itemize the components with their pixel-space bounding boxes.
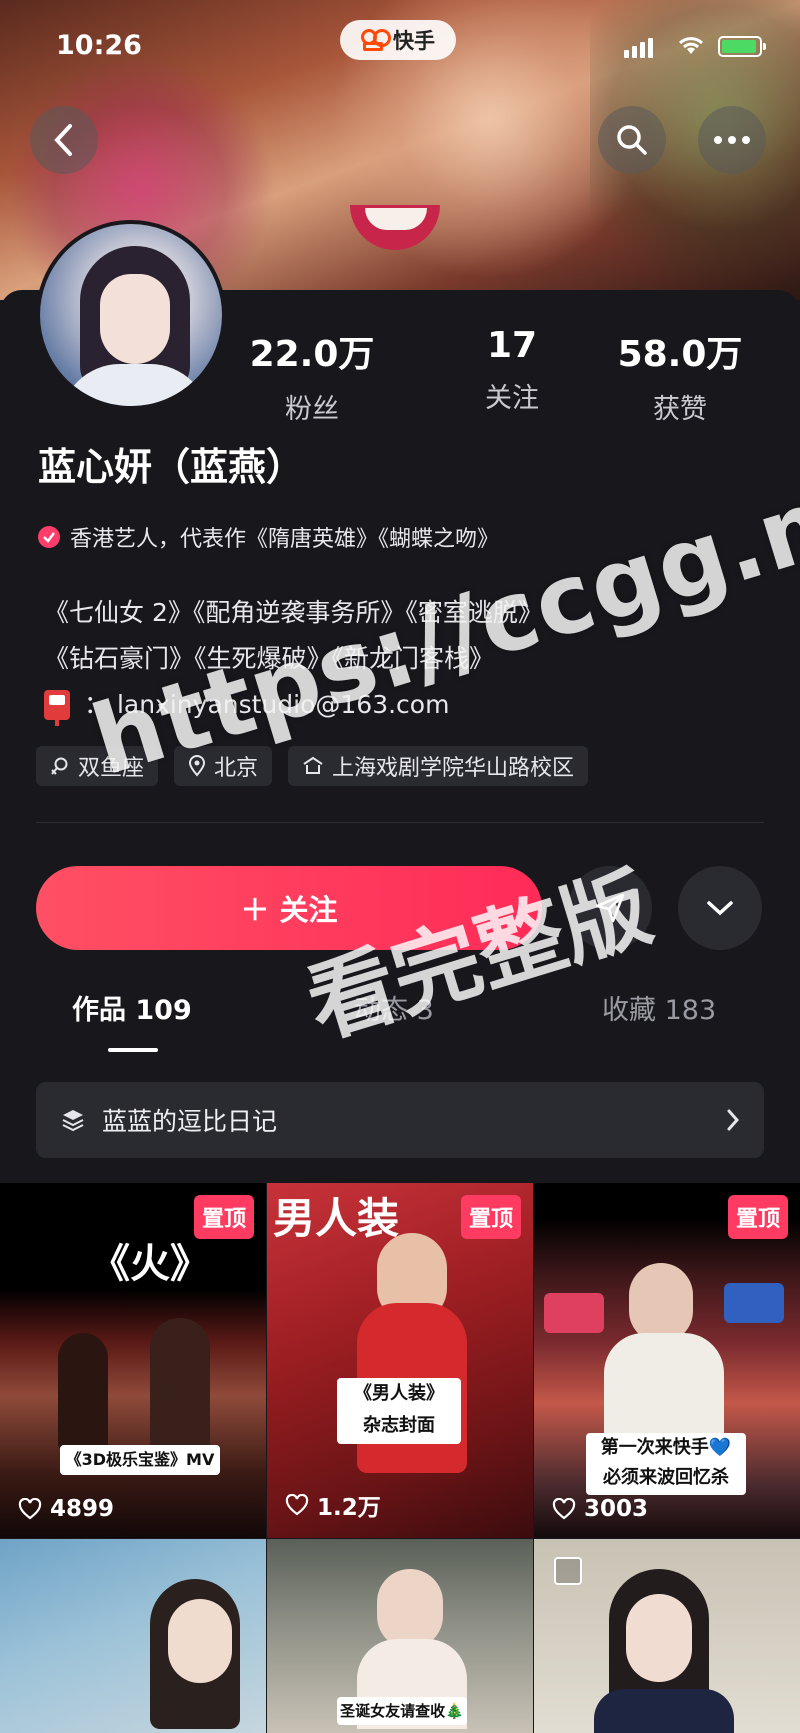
like-value: 4899: [50, 1496, 115, 1522]
stat-fans[interactable]: 22.0万 粉丝: [222, 325, 402, 426]
verified-text: 香港艺人，代表作《隋唐英雄》《蝴蝶之吻》: [70, 527, 500, 552]
video-card[interactable]: [534, 1539, 800, 1733]
status-time: 10:26: [56, 30, 142, 61]
avatar[interactable]: [36, 220, 226, 410]
video-title: 《火》: [90, 1241, 210, 1287]
video-caption: 《3D极乐宝鉴》MV: [60, 1445, 220, 1475]
search-button[interactable]: [598, 106, 666, 174]
chevron-left-icon: [54, 124, 72, 156]
collection-label: 蓝蓝的逗比日记: [102, 1107, 278, 1136]
stat-label: 粉丝: [285, 394, 339, 425]
more-dots-icon: [714, 136, 750, 144]
stat-likes[interactable]: 58.0万 获赞: [590, 325, 770, 426]
video-caption: 第一次来快手💙 必须来波回忆杀: [586, 1433, 746, 1495]
heart-icon: [285, 1494, 309, 1516]
stat-label: 获赞: [653, 394, 707, 425]
video-title: 男人装: [273, 1194, 400, 1243]
like-count: 4899: [18, 1496, 114, 1522]
tag-school[interactable]: 上海戏剧学院华山路校区: [288, 746, 589, 786]
battery-icon: [718, 36, 766, 57]
like-count: 3003: [552, 1496, 648, 1522]
image-icon: [554, 1557, 582, 1585]
like-value: 3003: [584, 1496, 649, 1522]
tab-indicator: [108, 1048, 158, 1052]
signal-icon: [624, 38, 653, 58]
search-icon: [617, 125, 647, 155]
video-card[interactable]: [0, 1539, 266, 1733]
pinned-badge: 置顶: [727, 1195, 788, 1239]
back-button[interactable]: [30, 106, 98, 174]
like-value: 1.2万: [317, 1495, 381, 1521]
heart-icon: [18, 1498, 42, 1520]
chevron-down-icon: [707, 901, 733, 916]
school-icon: [303, 756, 323, 774]
expand-button[interactable]: [678, 866, 762, 950]
layers-icon: [62, 1110, 84, 1132]
stat-value: 58.0万: [617, 334, 743, 375]
video-card[interactable]: 第一次来快手💙 必须来波回忆杀 置顶 3003: [534, 1183, 800, 1538]
app-badge: 快手: [340, 20, 456, 60]
video-card[interactable]: 男人装 《男人装》 杂志封面 置顶 1.2万: [267, 1183, 533, 1538]
pinned-badge: 置顶: [193, 1195, 254, 1239]
divider: [36, 822, 764, 823]
more-button[interactable]: [698, 106, 766, 174]
verified-line: 香港艺人，代表作《隋唐英雄》《蝴蝶之吻》: [38, 521, 499, 553]
video-caption: 圣诞女友请查收🎄: [337, 1697, 467, 1725]
collection-row[interactable]: 蓝蓝的逗比日记: [36, 1082, 764, 1158]
profile-name: 蓝心妍（蓝燕）: [38, 445, 305, 489]
zodiac-icon: [51, 757, 68, 775]
pinned-badge: 置顶: [460, 1195, 521, 1239]
stat-value: 17: [486, 325, 538, 366]
video-caption: 《男人装》 杂志封面: [337, 1378, 461, 1444]
video-card[interactable]: 圣诞女友请查收🎄: [267, 1539, 533, 1733]
stat-label: 关注: [485, 383, 539, 414]
wifi-icon: [678, 37, 704, 54]
stat-value: 22.0万: [249, 334, 375, 375]
tag-label: 上海戏剧学院华山路校区: [332, 756, 575, 781]
video-card[interactable]: 《火》 《3D极乐宝鉴》MV 置顶 4899: [0, 1183, 266, 1538]
heart-icon: [552, 1498, 576, 1520]
tab-works[interactable]: 作品 109: [72, 988, 192, 1027]
stat-following[interactable]: 17 关注: [422, 325, 602, 415]
chevron-right-icon: [727, 1109, 740, 1131]
tab-favorites[interactable]: 收藏 183: [602, 988, 716, 1027]
like-count: 1.2万: [285, 1488, 381, 1522]
kuaishou-logo-icon: [361, 29, 391, 51]
app-name: 快手: [393, 29, 435, 53]
mailbox-icon: [44, 690, 70, 726]
verified-icon: [38, 526, 60, 548]
